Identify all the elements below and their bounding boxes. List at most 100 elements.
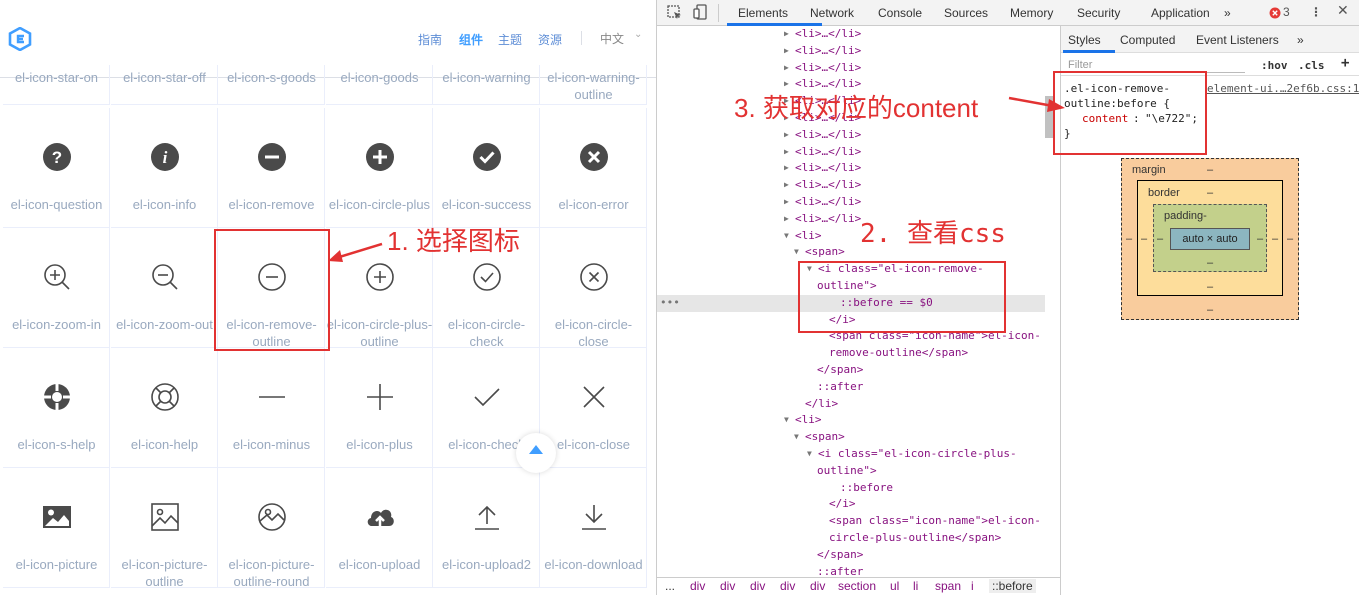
dom-node-line[interactable]: <li>…</li> bbox=[795, 194, 861, 211]
breadcrumb-item[interactable]: div bbox=[690, 579, 705, 593]
styles-tab-computed[interactable]: Computed bbox=[1120, 33, 1175, 47]
dom-node-line[interactable]: <li>…</li> bbox=[795, 160, 861, 177]
breadcrumb-item[interactable]: div bbox=[780, 579, 795, 593]
breadcrumb-item[interactable]: li bbox=[913, 579, 918, 593]
close-devtools-icon[interactable]: ✕ bbox=[1337, 3, 1349, 19]
icon-cell[interactable]: el-icon-s-goods bbox=[218, 65, 325, 105]
dom-node-line[interactable]: circle-plus-outline</span> bbox=[829, 530, 1001, 547]
nav-guide[interactable]: 指南 bbox=[418, 31, 442, 48]
node-dots[interactable]: ••• bbox=[660, 295, 680, 312]
dom-node-line[interactable]: <li>…</li> bbox=[795, 127, 861, 144]
icon-cell[interactable]: el-icon-remove bbox=[218, 108, 325, 228]
dom-node-line[interactable]: remove-outline</span> bbox=[829, 345, 968, 362]
icon-cell[interactable]: el-icon-warning bbox=[433, 65, 540, 105]
expand-arrow-icon[interactable]: ▶ bbox=[784, 43, 789, 60]
icon-cell[interactable]: el-icon-picture-outline bbox=[111, 468, 218, 589]
dom-node-line[interactable]: <li>…</li> bbox=[795, 60, 861, 77]
expand-arrow-icon[interactable]: ▶ bbox=[784, 60, 789, 77]
more-options-icon[interactable]: ⋮ bbox=[1310, 5, 1322, 19]
devtools-tab-sources[interactable]: Sources bbox=[944, 6, 988, 20]
icon-cell[interactable]: el-icon-circle-close bbox=[540, 228, 647, 349]
breadcrumb-item[interactable]: div bbox=[750, 579, 765, 593]
icon-cell[interactable]: el-icon-upload2 bbox=[433, 468, 540, 588]
dom-node-line[interactable]: <li>…</li> bbox=[795, 26, 861, 43]
back-to-top-button[interactable] bbox=[516, 433, 556, 473]
collapse-arrow-icon[interactable]: ▼ bbox=[807, 446, 812, 463]
nav-components[interactable]: 组件 bbox=[459, 31, 483, 48]
icon-cell[interactable]: el-icon-star-on bbox=[3, 65, 110, 105]
dom-node-line[interactable]: <li> bbox=[795, 412, 822, 429]
icon-cell[interactable]: el-icon-zoom-out bbox=[111, 228, 218, 348]
dom-node-line[interactable]: </span> bbox=[817, 547, 863, 564]
icon-cell[interactable]: el-icon-help bbox=[111, 348, 218, 468]
icon-cell[interactable]: el-icon-goods bbox=[326, 65, 433, 105]
expand-arrow-icon[interactable]: ▶ bbox=[784, 194, 789, 211]
dom-node-line[interactable]: ::after bbox=[817, 379, 863, 396]
expand-arrow-icon[interactable]: ▶ bbox=[784, 211, 789, 228]
icon-cell[interactable]: el-icon-plus bbox=[326, 348, 433, 468]
icon-cell[interactable]: el-icon-s-help bbox=[3, 348, 110, 468]
collapse-arrow-icon[interactable]: ▼ bbox=[794, 244, 799, 261]
breadcrumb-item[interactable]: ::before bbox=[989, 579, 1036, 593]
dom-node-line[interactable]: outline"> bbox=[817, 463, 877, 480]
icon-cell[interactable]: i el-icon-info bbox=[111, 108, 218, 228]
nav-resources[interactable]: 资源 bbox=[538, 31, 562, 48]
icon-cell[interactable]: el-icon-upload bbox=[326, 468, 433, 588]
collapse-arrow-icon[interactable]: ▼ bbox=[794, 429, 799, 446]
dom-node-line[interactable]: ::after bbox=[817, 564, 863, 577]
devtools-tab-elements[interactable]: Elements bbox=[738, 6, 788, 20]
element-logo-icon[interactable] bbox=[8, 27, 32, 51]
expand-arrow-icon[interactable]: ▶ bbox=[784, 144, 789, 161]
icon-cell[interactable]: el-icon-minus bbox=[218, 348, 325, 468]
collapse-arrow-icon[interactable]: ▼ bbox=[784, 412, 789, 429]
device-toolbar-icon[interactable] bbox=[693, 4, 708, 20]
cls-toggle[interactable]: .cls bbox=[1298, 59, 1325, 72]
devtools-tab-security[interactable]: Security bbox=[1077, 6, 1120, 20]
styles-tab-styles[interactable]: Styles bbox=[1068, 33, 1101, 47]
icon-cell[interactable]: el-icon-download bbox=[540, 468, 647, 588]
new-rule-button[interactable]: + bbox=[1341, 55, 1349, 71]
collapse-arrow-icon[interactable]: ▼ bbox=[784, 228, 789, 245]
icon-cell[interactable]: el-icon-picture-outline-round bbox=[218, 468, 325, 589]
expand-arrow-icon[interactable]: ▶ bbox=[784, 26, 789, 43]
inspect-element-icon[interactable] bbox=[667, 5, 682, 20]
devtools-tab-network[interactable]: Network bbox=[810, 6, 854, 20]
devtools-tab-memory[interactable]: Memory bbox=[1010, 6, 1053, 20]
dom-node-line[interactable]: <li>…</li> bbox=[795, 43, 861, 60]
dom-node-line[interactable]: <li>…</li> bbox=[795, 177, 861, 194]
expand-arrow-icon[interactable]: ▶ bbox=[784, 160, 789, 177]
expand-arrow-icon[interactable]: ▶ bbox=[784, 127, 789, 144]
icon-cell[interactable]: el-icon-circle-plus bbox=[326, 108, 433, 228]
dom-node-line[interactable]: ::before bbox=[840, 480, 893, 497]
breadcrumb-item[interactable]: section bbox=[838, 579, 876, 593]
dom-node-line[interactable]: </i> bbox=[829, 496, 856, 513]
dom-node-line[interactable]: <li>…</li> bbox=[795, 211, 861, 228]
devtools-tab-console[interactable]: Console bbox=[878, 6, 922, 20]
breadcrumb-item[interactable]: div bbox=[810, 579, 825, 593]
icon-cell[interactable]: el-icon-star-off bbox=[111, 65, 218, 105]
breadcrumb-item[interactable]: span bbox=[935, 579, 961, 593]
breadcrumb-item[interactable]: ... bbox=[665, 579, 675, 593]
dom-node-line[interactable]: <span class="icon-name">el-icon- bbox=[829, 513, 1041, 530]
devtools-tab-more[interactable]: » bbox=[1224, 6, 1231, 20]
error-count[interactable]: 3 bbox=[1283, 5, 1290, 19]
dom-node-line[interactable]: </span> bbox=[817, 362, 863, 379]
dom-node-line[interactable]: <span> bbox=[805, 429, 845, 446]
icon-cell[interactable]: el-icon-success bbox=[433, 108, 540, 228]
icon-cell[interactable]: ? el-icon-question bbox=[3, 108, 110, 228]
language-select[interactable]: 中文 bbox=[600, 30, 624, 47]
icon-cell[interactable]: el-icon-error bbox=[540, 108, 647, 228]
icon-cell[interactable]: el-icon-picture bbox=[3, 468, 110, 588]
error-icon[interactable] bbox=[1269, 7, 1281, 19]
hov-toggle[interactable]: :hov bbox=[1261, 59, 1288, 72]
breadcrumb-item[interactable]: i bbox=[971, 579, 974, 593]
rule-source-link[interactable]: element-ui.…2ef6b.css:1 bbox=[1207, 81, 1359, 96]
dom-node-line[interactable]: <span> bbox=[805, 244, 845, 261]
icon-cell[interactable]: el-icon-warning-outline bbox=[540, 65, 647, 105]
breadcrumb-item[interactable]: ul bbox=[890, 579, 899, 593]
styles-tab-event-listeners[interactable]: Event Listeners bbox=[1196, 33, 1279, 47]
nav-theme[interactable]: 主题 bbox=[498, 31, 522, 48]
dom-node-line[interactable]: </li> bbox=[805, 396, 838, 413]
dom-node-line[interactable]: <li>…</li> bbox=[795, 144, 861, 161]
dom-node-line[interactable]: <i class="el-icon-circle-plus- bbox=[818, 446, 1017, 463]
